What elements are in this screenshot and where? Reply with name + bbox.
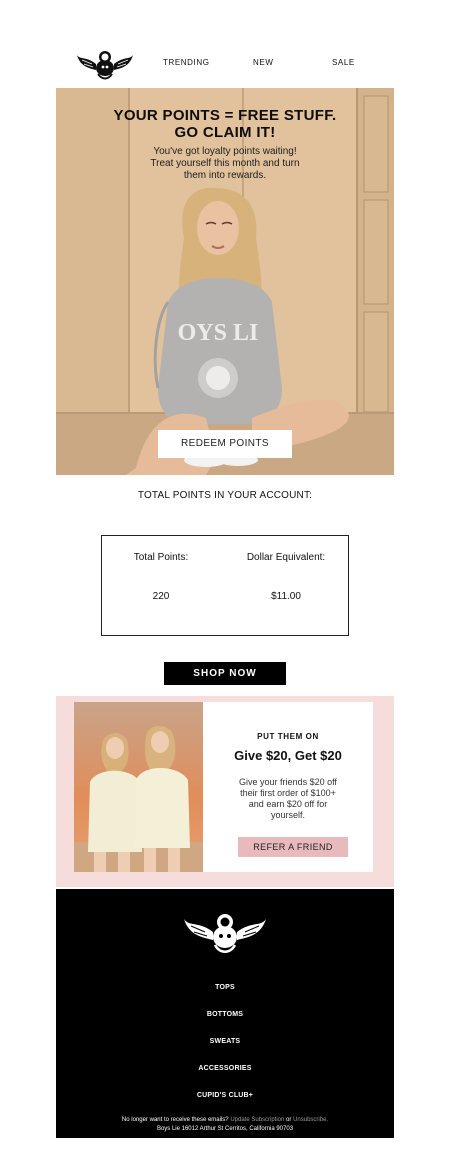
unsubscribe-line: No longer want to receive these emails? … xyxy=(56,1116,394,1125)
referral-body: Give your friends $20 off their first or… xyxy=(218,777,358,821)
footer-link-bottoms[interactable]: BOTTOMS xyxy=(56,1011,394,1018)
nav-trending[interactable]: TRENDING xyxy=(163,58,210,67)
sweatshirt-print: OYS LI xyxy=(178,320,259,346)
referral-title: Give $20, Get $20 xyxy=(234,748,342,763)
dollar-equivalent-label: Dollar Equivalent: xyxy=(246,552,326,563)
unsubscribe-link[interactable]: Unsubscribe. xyxy=(293,1117,328,1123)
referral-body-line: their first order of $100+ xyxy=(240,788,336,798)
referral-photo xyxy=(74,702,203,872)
hero-title: YOUR POINTS = FREE STUFF. GO CLAIM IT! xyxy=(56,107,394,141)
email-footer: TOPS BOTTOMS SWEATS ACCESSORIES CUPID'S … xyxy=(56,889,394,1138)
refer-a-friend-button[interactable]: REFER A FRIEND xyxy=(238,837,348,857)
points-heading: TOTAL POINTS IN YOUR ACCOUNT: xyxy=(137,490,313,501)
email-header: TRENDING NEW SALE xyxy=(56,44,394,84)
hero-subtitle-line: You've got loyalty points waiting! xyxy=(153,146,297,157)
points-summary-box: Total Points: 220 Dollar Equivalent: $11… xyxy=(101,535,349,636)
update-subscription-link[interactable]: Update Subscription xyxy=(230,1117,284,1123)
shop-now-button[interactable]: SHOP NOW xyxy=(164,662,286,685)
referral-kicker: PUT THEM ON xyxy=(257,732,319,741)
company-address: Boys Lie 16012 Arthur St Cerritos, Calif… xyxy=(156,1126,294,1132)
hero-subtitle-line: Treat yourself this month and turn xyxy=(150,158,300,169)
footer-link-sweats[interactable]: SWEATS xyxy=(56,1038,394,1045)
hero-subtitle-line: them into rewards. xyxy=(183,170,267,181)
hero-title-line: YOUR POINTS = FREE STUFF. xyxy=(113,107,337,124)
hero-banner[interactable]: OYS LI YOUR POINTS = FREE STUFF. GO CLAI… xyxy=(56,88,394,475)
footer-unsubscribe-note: No longer want to receive these emails? … xyxy=(56,1116,394,1134)
hero-subtitle: You've got loyalty points waiting! Treat… xyxy=(96,146,354,182)
referral-card: PUT THEM ON Give $20, Get $20 Give your … xyxy=(203,702,373,872)
hero-title-line: GO CLAIM IT! xyxy=(174,124,276,141)
footer-link-accessories[interactable]: ACCESSORIES xyxy=(56,1065,394,1072)
referral-body-line: yourself. xyxy=(270,810,305,820)
referral-section: PUT THEM ON Give $20, Get $20 Give your … xyxy=(56,696,394,887)
nav-sale[interactable]: SALE xyxy=(332,58,355,67)
total-points-value: 220 xyxy=(152,591,170,602)
dollar-equivalent-value: $11.00 xyxy=(271,591,301,602)
unsubscribe-prefix: No longer want to receive these emails? xyxy=(121,1117,229,1123)
total-points-label: Total Points: xyxy=(133,552,189,563)
referral-body-line: and earn $20 off for xyxy=(248,799,328,809)
nav-new[interactable]: NEW xyxy=(253,58,273,67)
cupid-logo-icon[interactable] xyxy=(183,907,267,957)
footer-link-cupids-club[interactable]: CUPID'S CLUB+ xyxy=(56,1092,394,1099)
referral-body-line: Give your friends $20 off xyxy=(239,777,337,787)
cupid-logo-icon[interactable] xyxy=(76,46,134,82)
or-text: or xyxy=(286,1117,292,1123)
footer-link-tops[interactable]: TOPS xyxy=(56,984,394,991)
redeem-points-button[interactable]: REDEEM POINTS xyxy=(158,430,292,458)
